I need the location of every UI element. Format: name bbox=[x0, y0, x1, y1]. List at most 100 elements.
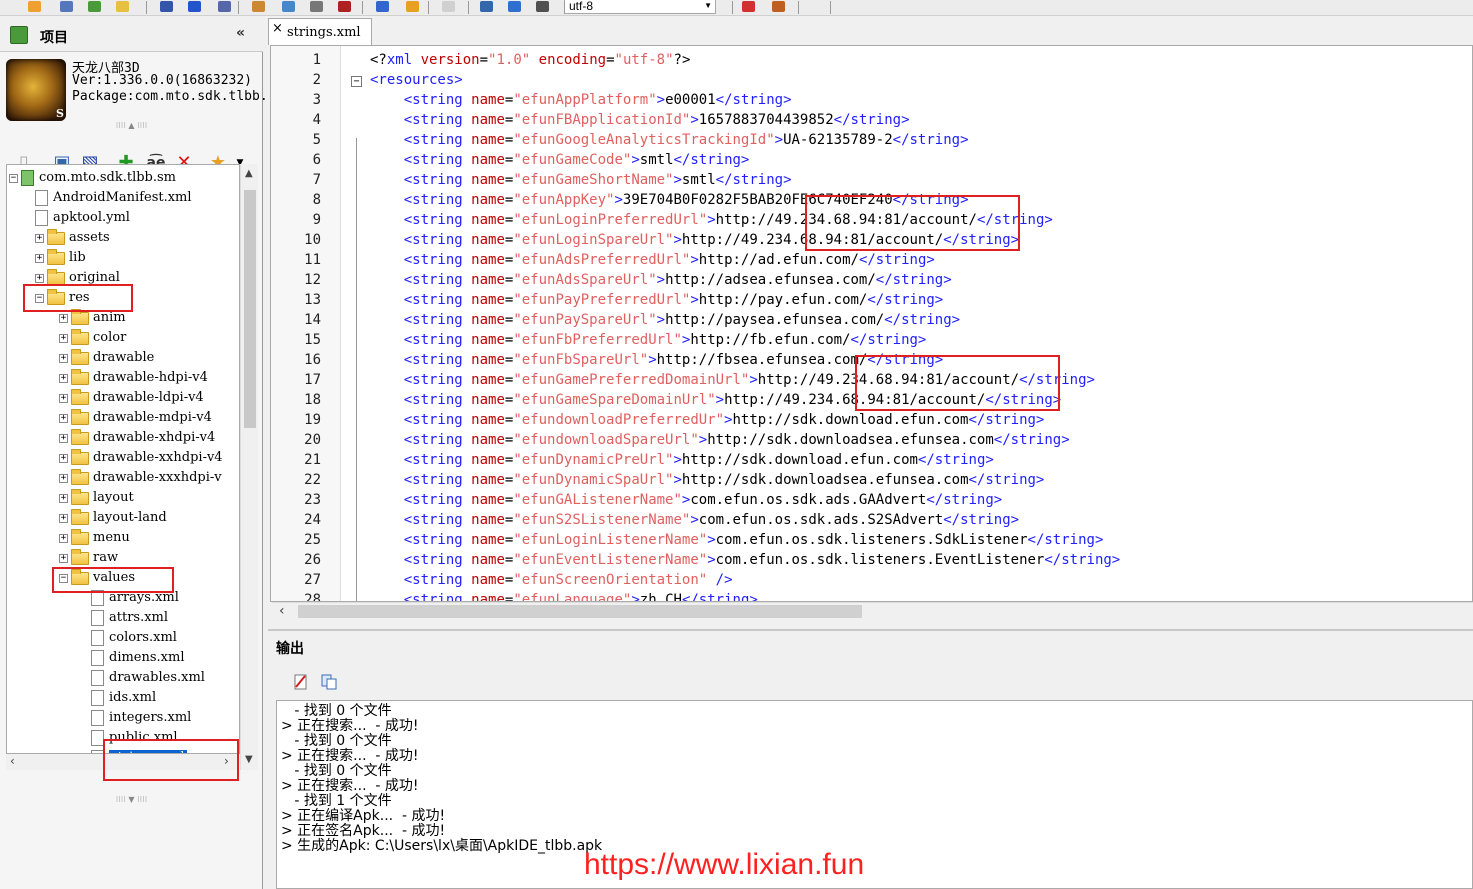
toolbar-button[interactable] bbox=[58, 0, 74, 14]
code-line[interactable]: <string name="efunGameSpareDomainUrl">ht… bbox=[370, 392, 1062, 408]
toolbar-button[interactable] bbox=[506, 0, 522, 14]
code-line[interactable]: <string name="efunScreenOrientation" /> bbox=[370, 572, 733, 588]
collapse-icon[interactable]: − bbox=[35, 293, 44, 303]
expand-icon[interactable]: + bbox=[59, 413, 68, 423]
scroll-thumb[interactable] bbox=[298, 605, 862, 618]
close-tab-icon[interactable]: × bbox=[272, 21, 283, 36]
tree-folder-item[interactable]: + assets bbox=[35, 228, 110, 248]
code-line[interactable]: <string name="efunLoginListenerName">com… bbox=[370, 532, 1104, 548]
splitter-handle-top[interactable]: ⁝⁝⁝⁝ ▲ ⁝⁝⁝⁝ bbox=[0, 121, 263, 131]
tree-folder-item[interactable]: + layout bbox=[59, 488, 134, 508]
code-line[interactable]: <string name="efunGAListenerName">com.ef… bbox=[370, 492, 1003, 508]
expand-icon[interactable]: + bbox=[59, 393, 68, 403]
code-line[interactable]: <string name="efunLoginPreferredUrl">htt… bbox=[370, 212, 1053, 228]
code-line[interactable]: <string name="efunPaySpareUrl">http://pa… bbox=[370, 312, 960, 328]
encoding-select[interactable]: utf-8 ▼ bbox=[564, 0, 716, 14]
expand-icon[interactable]: + bbox=[59, 493, 68, 503]
code-line[interactable]: <string name="efunAppKey">39E704B0F0282F… bbox=[370, 192, 969, 208]
scroll-up-icon[interactable]: ▲ bbox=[245, 168, 253, 179]
tree-folder-item[interactable]: + drawable-mdpi-v4 bbox=[59, 408, 212, 428]
code-line[interactable]: <string name="efunGameCode">smtl</string… bbox=[370, 152, 750, 168]
code-line[interactable]: <string name="efunGoogleAnalyticsTrackin… bbox=[370, 132, 969, 148]
code-line[interactable]: <string name="efunPayPreferredUrl">http:… bbox=[370, 292, 944, 308]
scroll-left-icon[interactable]: ‹ bbox=[279, 603, 285, 619]
expand-icon[interactable]: + bbox=[59, 473, 68, 483]
tree-folder-item[interactable]: + drawable-xxhdpi-v4 bbox=[59, 448, 223, 468]
tree-folder-item[interactable]: + original bbox=[35, 268, 120, 288]
tree-folder-item[interactable]: − com.mto.sdk.tlbb.sm bbox=[9, 168, 176, 188]
expand-icon[interactable]: + bbox=[59, 553, 68, 563]
code-line[interactable]: <string name="efunDynamicSpaUrl">http://… bbox=[370, 472, 1045, 488]
code-line[interactable]: <?xml version="1.0" encoding="utf-8"?> bbox=[370, 52, 690, 68]
tree-folder-item[interactable]: + drawable-ldpi-v4 bbox=[59, 388, 204, 408]
toolbar-button[interactable] bbox=[478, 0, 494, 14]
code-line[interactable]: <string name="efunGameShortName">smtl</s… bbox=[370, 172, 792, 188]
expand-icon[interactable]: + bbox=[59, 433, 68, 443]
code-line[interactable]: <string name="efunFbSpareUrl">http://fbs… bbox=[370, 352, 943, 368]
expand-icon[interactable]: + bbox=[59, 513, 68, 523]
toolbar-button[interactable] bbox=[374, 0, 390, 14]
tree-file-item[interactable]: dimens.xml bbox=[91, 648, 185, 668]
code-line[interactable]: <string name="efundownloadSpareUrl">http… bbox=[370, 432, 1070, 448]
toolbar-button[interactable] bbox=[114, 0, 130, 14]
code-line[interactable]: <string name="efunAppPlatform">e00001</s… bbox=[370, 92, 792, 108]
collapse-panel-button[interactable]: « bbox=[236, 25, 245, 41]
toolbar-button[interactable] bbox=[308, 0, 324, 14]
expand-icon[interactable]: + bbox=[59, 333, 68, 343]
clear-output-icon[interactable] bbox=[292, 673, 312, 693]
toolbar-button[interactable] bbox=[404, 0, 420, 14]
fold-toggle-icon[interactable]: − bbox=[351, 76, 362, 87]
toolbar-button[interactable] bbox=[336, 0, 352, 14]
code-line[interactable]: <string name="efunFBApplicationId">16578… bbox=[370, 112, 910, 128]
tree-file-item[interactable]: apktool.yml bbox=[35, 208, 130, 228]
toolbar-button[interactable] bbox=[26, 0, 42, 14]
toolbar-button[interactable] bbox=[186, 0, 202, 14]
tree-vertical-scrollbar[interactable]: ▲ ▼ bbox=[240, 164, 258, 770]
collapse-icon[interactable]: − bbox=[59, 573, 68, 583]
splitter-handle-bottom[interactable]: ⁝⁝⁝⁝ ▼ ⁝⁝⁝⁝ bbox=[0, 795, 263, 805]
code-line[interactable]: <string name="efunFbPreferredUrl">http:/… bbox=[370, 332, 927, 348]
code-line[interactable]: <string name="efundownloadPreferredUr">h… bbox=[370, 412, 1045, 428]
tree-folder-item[interactable]: + layout-land bbox=[59, 508, 167, 528]
code-line[interactable]: <resources> bbox=[370, 72, 463, 88]
expand-icon[interactable]: + bbox=[59, 453, 68, 463]
tree-folder-item[interactable]: + menu bbox=[59, 528, 130, 548]
tree-folder-item[interactable]: + lib bbox=[35, 248, 86, 268]
expand-icon[interactable]: + bbox=[59, 533, 68, 543]
tree-folder-item[interactable]: − values bbox=[59, 568, 135, 588]
code-editor[interactable]: 1 2 3 4 5 6 7 8 9 10 11 12 13 14 15 16 17 18 19 20 21 22 23 24 2… bbox=[270, 45, 1473, 602]
code-line[interactable]: <string name="efunAdsPreferredUrl">http:… bbox=[370, 252, 935, 268]
tree-file-item[interactable]: public.xml bbox=[91, 728, 178, 748]
scroll-down-icon[interactable]: ▼ bbox=[245, 754, 253, 765]
tree-horizontal-scrollbar[interactable]: ‹ › bbox=[6, 754, 240, 770]
collapse-icon[interactable]: − bbox=[9, 173, 18, 183]
expand-icon[interactable]: + bbox=[59, 313, 68, 323]
scroll-left-icon[interactable]: ‹ bbox=[10, 754, 15, 768]
scroll-right-icon[interactable]: › bbox=[224, 754, 229, 768]
tree-file-item[interactable]: attrs.xml bbox=[91, 608, 168, 628]
toolbar-button[interactable] bbox=[158, 0, 174, 14]
toolbar-button[interactable] bbox=[86, 0, 102, 14]
tree-file-item[interactable]: ids.xml bbox=[91, 688, 156, 708]
tree-folder-item[interactable]: + anim bbox=[59, 308, 126, 328]
tree-file-item[interactable]: AndroidManifest.xml bbox=[35, 188, 192, 208]
toolbar-button[interactable] bbox=[216, 0, 232, 14]
scroll-thumb[interactable] bbox=[244, 190, 256, 428]
expand-icon[interactable]: + bbox=[35, 233, 44, 243]
tree-folder-item[interactable]: − res bbox=[35, 288, 90, 308]
tree-folder-item[interactable]: + drawable-xxxhdpi-v bbox=[59, 468, 222, 488]
tree-file-item[interactable]: drawables.xml bbox=[91, 668, 205, 688]
toolbar-button[interactable] bbox=[770, 0, 786, 14]
tree-file-item[interactable]: arrays.xml bbox=[91, 588, 179, 608]
expand-icon[interactable]: + bbox=[35, 273, 44, 283]
tab-strings-xml[interactable]: × strings.xml bbox=[268, 18, 372, 45]
toolbar-button[interactable] bbox=[280, 0, 296, 14]
expand-icon[interactable]: + bbox=[59, 353, 68, 363]
expand-icon[interactable]: + bbox=[59, 373, 68, 383]
toolbar-button[interactable] bbox=[534, 0, 550, 14]
toolbar-button[interactable] bbox=[440, 0, 456, 14]
code-line[interactable]: <string name="efunLanguage">zh_CH</strin… bbox=[370, 592, 758, 601]
tree-folder-item[interactable]: + drawable-hdpi-v4 bbox=[59, 368, 208, 388]
code-line[interactable]: <string name="efunAdsSpareUrl">http://ad… bbox=[370, 272, 952, 288]
tree-folder-item[interactable]: + drawable bbox=[59, 348, 154, 368]
